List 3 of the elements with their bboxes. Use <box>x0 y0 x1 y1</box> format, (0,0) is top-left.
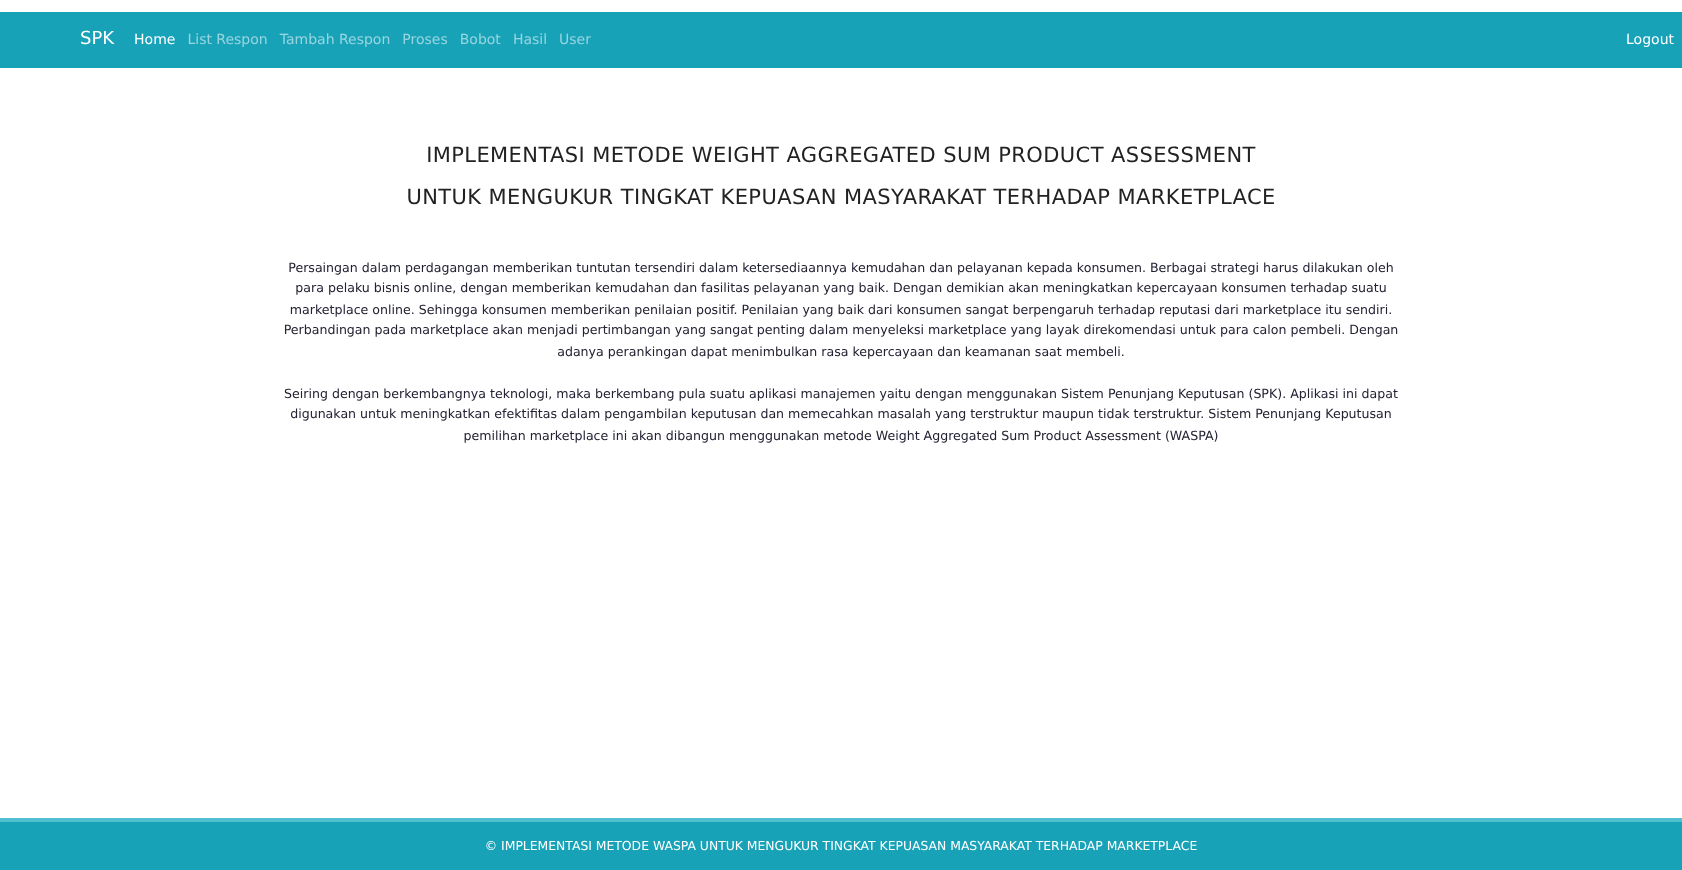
page-title: UNTUK MENGUKUR TINGKAT KEPUASAN MASYARAKAT TERHADAP MARKETPLACE <box>406 184 1276 214</box>
page-title: IMPLEMENTASI METODE WEIGHT AGGREGATED SUM PRODUCT ASSESSMENT <box>424 142 1258 172</box>
brand-link[interactable]: SPK <box>80 30 115 50</box>
